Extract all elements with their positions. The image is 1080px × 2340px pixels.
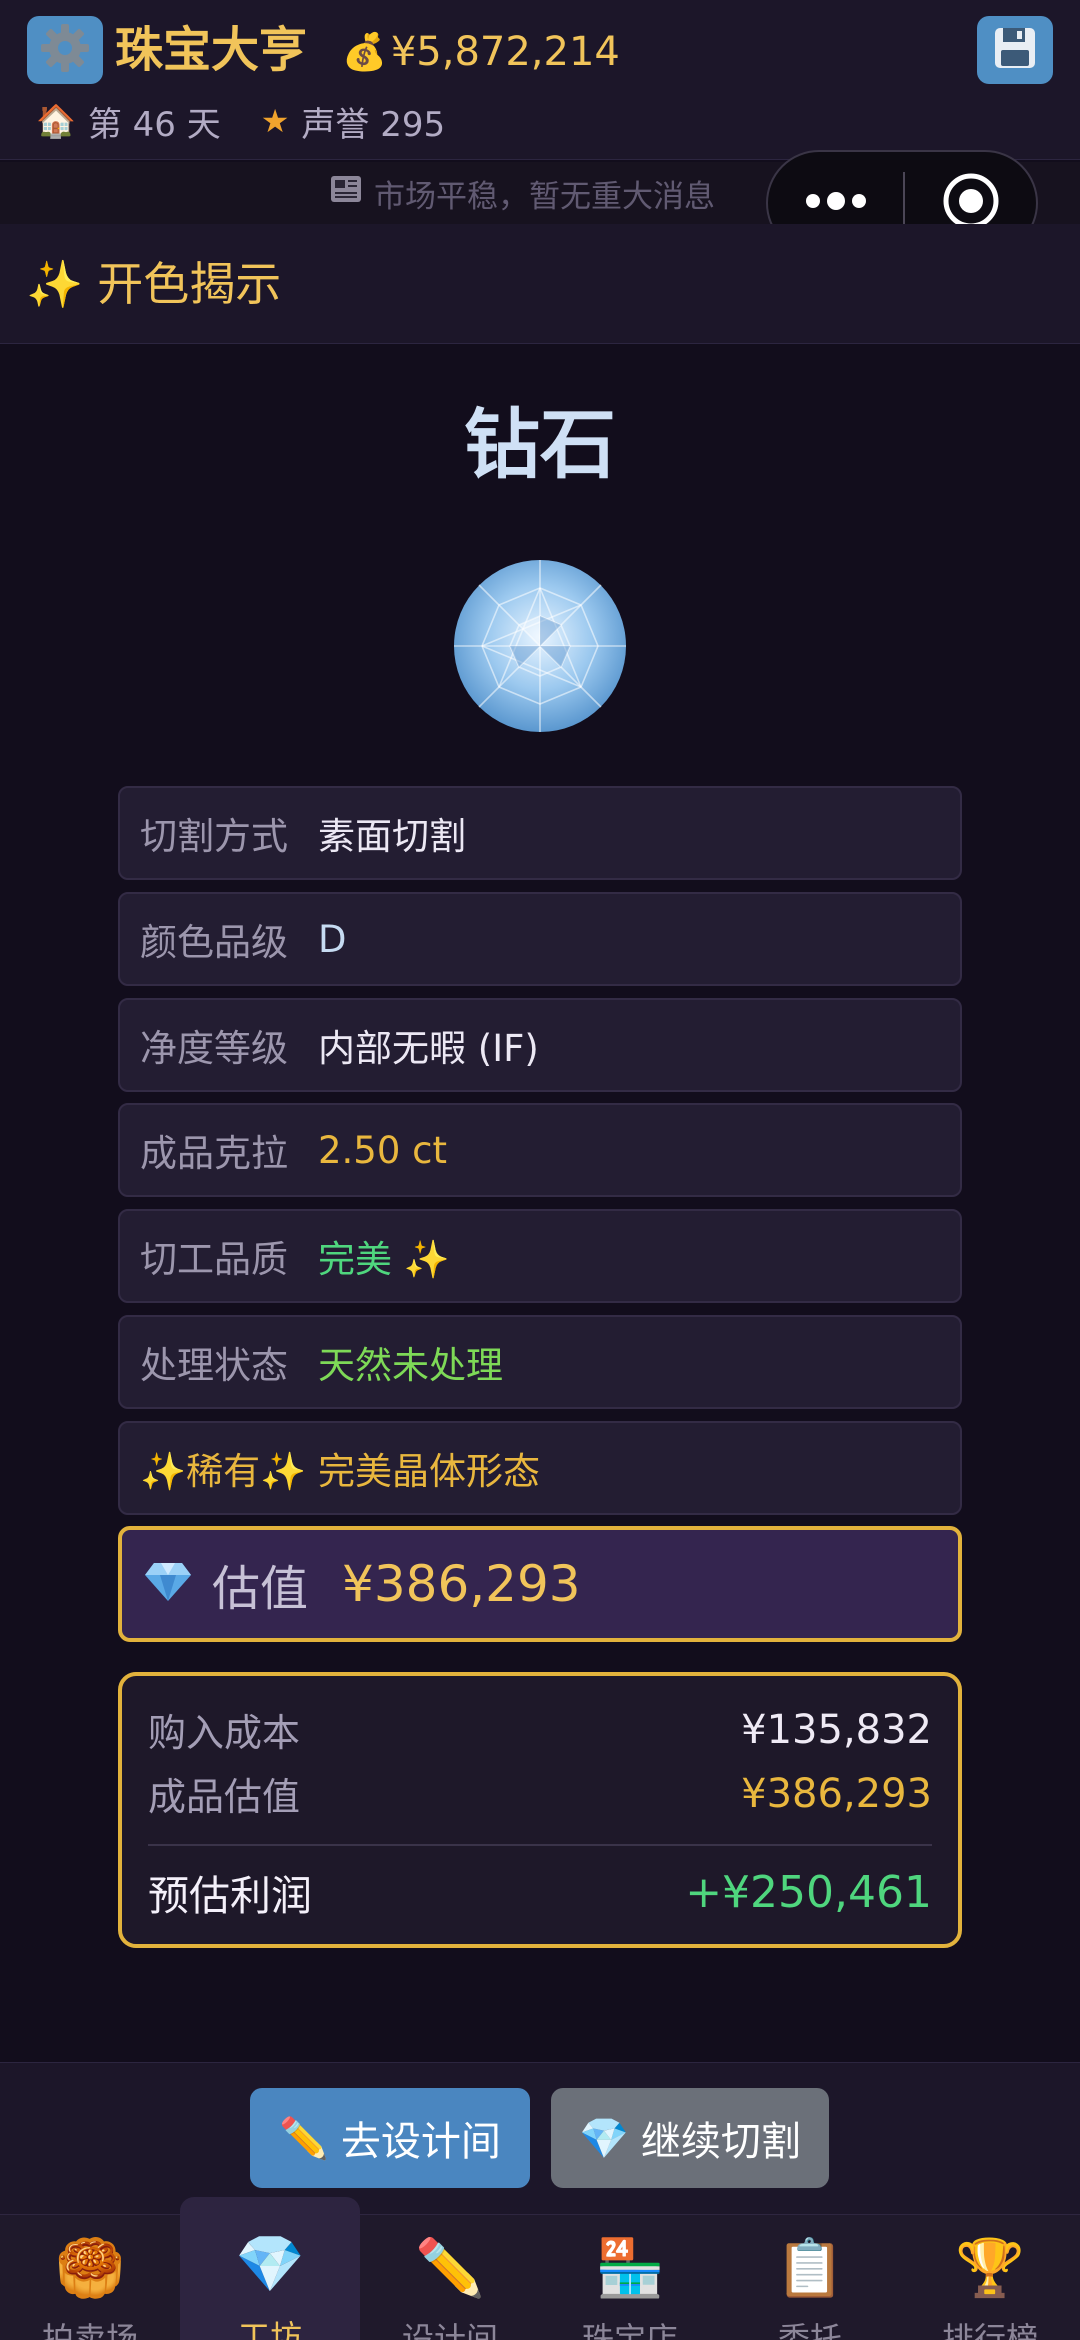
status-row: 🏠 第 46 天 ★ 声誉 295	[36, 96, 445, 146]
mooncake-icon: 🥮	[55, 2236, 125, 2301]
gem-icon: 💎	[579, 2115, 629, 2162]
trophy-icon: 🏆	[955, 2236, 1025, 2301]
diamond-image	[452, 558, 628, 734]
attr-value: 完美晶体形态	[318, 1450, 540, 1493]
money-bag-icon: 💰	[342, 32, 387, 73]
money-display: 💰 ¥5,872,214	[342, 22, 620, 82]
action-bar: ✏️ 去设计间 💎 继续切割	[0, 2062, 1080, 2214]
continue-cutting-label: 继续切割	[640, 2119, 801, 2165]
money-value: ¥5,872,214	[390, 29, 620, 75]
section-title: ✨ 开色揭示	[26, 254, 281, 314]
tab-design[interactable]: ✏️ 设计间	[360, 2215, 540, 2340]
gem-icon: 💎	[235, 2232, 305, 2297]
floppy-disk-icon	[991, 24, 1039, 76]
go-design-button[interactable]: ✏️ 去设计间	[250, 2088, 530, 2188]
gem-icon	[144, 1561, 192, 1607]
pencil-icon: ✏️	[279, 2115, 329, 2162]
attr-value: D	[318, 917, 347, 961]
clipboard-icon: 📋	[775, 2236, 845, 2301]
attr-label: ✨稀有✨	[140, 1450, 307, 1493]
top-header: 珠宝大亨 💰 ¥5,872,214 🏠 第 46 天 ★ 声誉 295	[0, 0, 1080, 160]
reputation-text: 声誉 295	[301, 104, 446, 145]
day-counter: 🏠 第 46 天	[36, 97, 221, 146]
star-icon: ★	[260, 102, 290, 140]
attr-value: 完美 ✨	[318, 1238, 450, 1281]
attr-row-cut-quality: 切工品质 完美 ✨	[118, 1209, 962, 1303]
attr-value: 2.50 ct	[318, 1128, 447, 1172]
attr-label: 净度等级	[140, 1027, 288, 1070]
attr-label: 切割方式	[140, 815, 288, 858]
estimate-box: 估值 ¥386,293	[118, 1526, 962, 1642]
profit-divider	[148, 1844, 932, 1846]
attr-value: 内部无暇 (IF)	[318, 1027, 539, 1070]
bottom-tab-bar: 🥮 拍卖场 💎 工坊 ✏️ 设计间 🏪 珠宝店 📋 委托 🏆 排行榜	[0, 2197, 1080, 2340]
attr-value: 天然未处理	[318, 1344, 503, 1387]
gem-name: 钻石	[464, 400, 616, 489]
attr-row-rarity: ✨稀有✨ 完美晶体形态	[118, 1421, 962, 1515]
gear-icon	[38, 21, 92, 79]
estimated-value-value: ¥386,293	[741, 1770, 932, 1817]
tab-auction[interactable]: 🥮 拍卖场	[0, 2215, 180, 2340]
tab-leaderboard[interactable]: 🏆 排行榜	[900, 2215, 1080, 2340]
more-dots-icon	[805, 191, 867, 215]
news-text: 市场平稳，暂无重大消息	[374, 178, 715, 215]
attr-value: 素面切割	[318, 815, 466, 858]
newspaper-icon	[330, 174, 362, 212]
tab-label: 委托	[777, 2320, 842, 2340]
continue-cutting-button[interactable]: 💎 继续切割	[551, 2088, 829, 2188]
profit-summary: 购入成本 ¥135,832 成品估值 ¥386,293 预估利润 +¥250,4…	[118, 1672, 962, 1948]
store-icon: 🏪	[595, 2236, 665, 2301]
profit-label: 预估利润	[148, 1872, 312, 1920]
tab-jewelry-store[interactable]: 🏪 珠宝店	[540, 2215, 720, 2340]
attr-row-treatment: 处理状态 天然未处理	[118, 1315, 962, 1409]
cost-label: 购入成本	[148, 1711, 301, 1755]
reputation-counter: ★ 声誉 295	[261, 97, 445, 146]
attr-label: 切工品质	[140, 1238, 288, 1281]
attr-label: 颜色品级	[140, 921, 288, 964]
day-text: 第 46 天	[87, 104, 221, 145]
pencil-icon: ✏️	[415, 2236, 485, 2301]
attr-row-cut: 切割方式 素面切割	[118, 786, 962, 880]
profit-value: +¥250,461	[685, 1866, 932, 1918]
tab-commission[interactable]: 📋 委托	[720, 2215, 900, 2340]
go-design-label: 去设计间	[340, 2119, 501, 2165]
section-title-text: 开色揭示	[97, 257, 282, 311]
estimated-value-line: 成品估值 ¥386,293	[148, 1766, 932, 1821]
tab-label: 设计间	[401, 2320, 498, 2340]
estimated-value-label: 成品估值	[148, 1775, 301, 1819]
tab-label: 珠宝店	[581, 2320, 678, 2340]
sparkles-icon: ✨	[26, 257, 84, 311]
house-icon: 🏠	[36, 102, 76, 140]
app-title: 珠宝大亨	[115, 22, 308, 78]
attr-label: 成品克拉	[140, 1132, 288, 1175]
tab-label: 排行榜	[941, 2320, 1038, 2340]
save-button[interactable]	[977, 16, 1053, 84]
estimate-value: ¥386,293	[342, 1555, 581, 1613]
attr-row-color-grade: 颜色品级 D	[118, 892, 962, 986]
attr-row-carat: 成品克拉 2.50 ct	[118, 1103, 962, 1197]
cost-line: 购入成本 ¥135,832	[148, 1702, 932, 1757]
tab-label: 拍卖场	[41, 2320, 138, 2340]
section-header: ✨ 开色揭示	[0, 224, 1080, 344]
news-ticker: 市场平稳，暂无重大消息	[330, 170, 715, 216]
profit-line: 预估利润 +¥250,461	[148, 1862, 932, 1922]
attr-label: 处理状态	[140, 1344, 288, 1387]
cost-value: ¥135,832	[741, 1706, 932, 1753]
estimate-label: 估值	[212, 1561, 309, 1617]
tab-workshop[interactable]: 💎 工坊	[180, 2197, 360, 2340]
tab-label: 工坊	[237, 2318, 302, 2340]
settings-button[interactable]	[27, 16, 103, 84]
attr-row-clarity: 净度等级 内部无暇 (IF)	[118, 998, 962, 1092]
